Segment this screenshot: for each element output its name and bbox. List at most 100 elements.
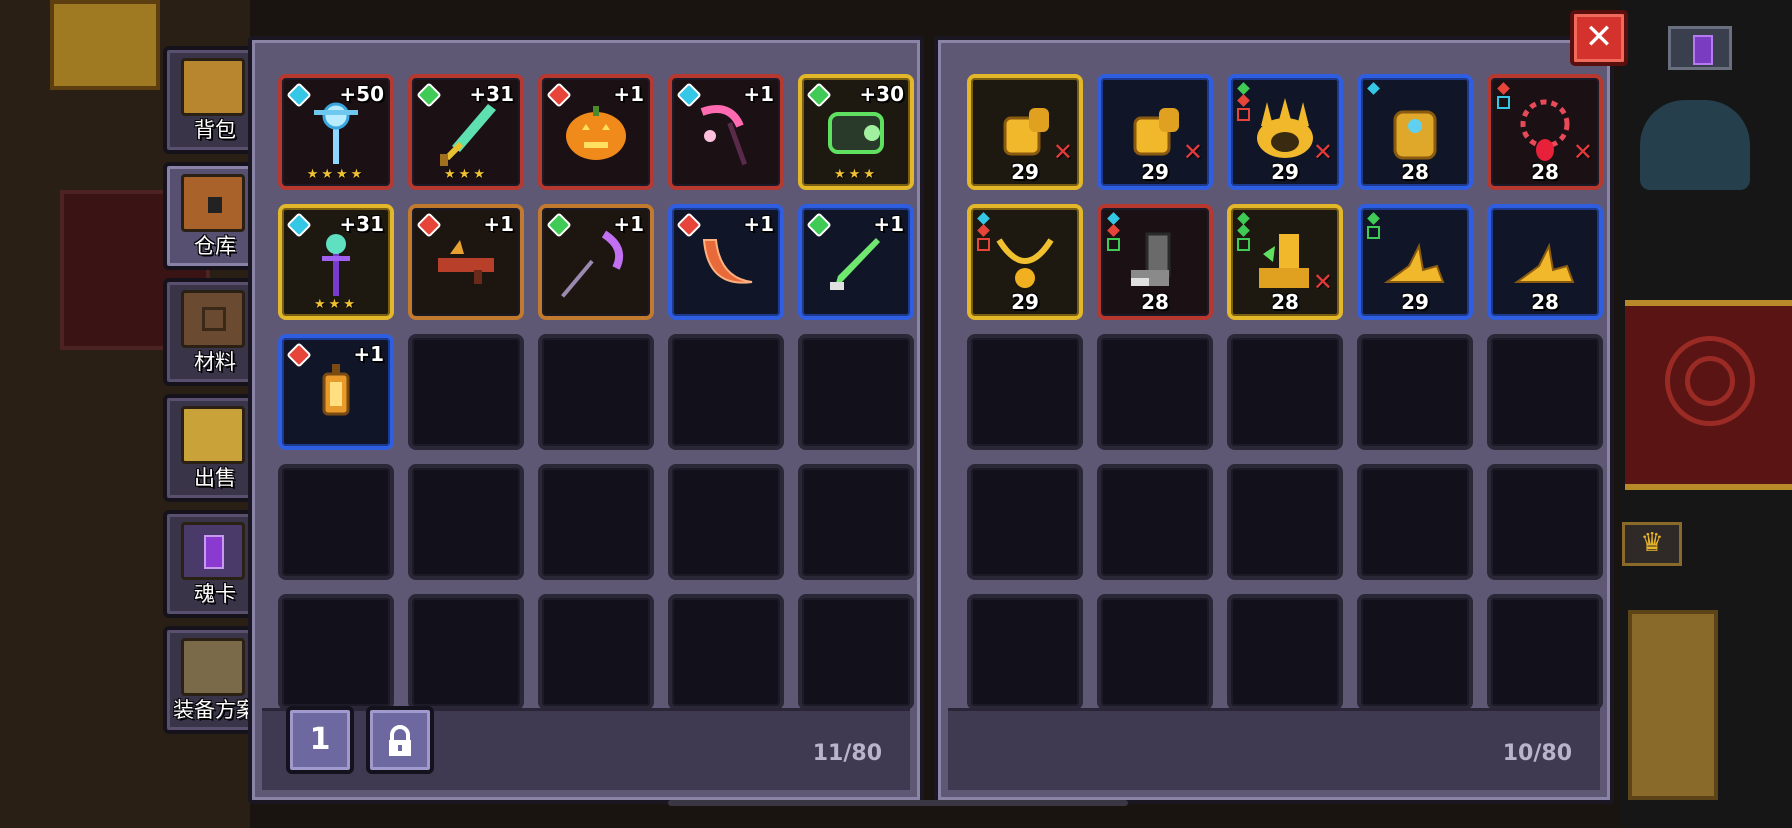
dragon-gun-icon: [438, 240, 494, 284]
materials-icon: [181, 290, 245, 348]
tab-equipment-plan[interactable]: 装备方案: [163, 626, 259, 734]
socket-gem-icon: [1237, 212, 1250, 225]
empty-slot[interactable]: [538, 334, 654, 450]
iron-boots-icon: [1131, 232, 1171, 286]
star-rating: ★★★: [834, 167, 878, 182]
tab-backpack[interactable]: 背包: [163, 46, 259, 154]
tab-materials[interactable]: 材料: [163, 278, 259, 386]
empty-slot[interactable]: [967, 594, 1083, 710]
weapon-slot[interactable]: +1: [538, 204, 654, 320]
close-button[interactable]: ✕: [1570, 10, 1628, 66]
soul-card-gem: [204, 535, 224, 569]
socket-gem-icon: [1367, 82, 1380, 95]
weapon-slot[interactable]: +30 ★★★: [798, 74, 914, 190]
tab-sell[interactable]: 出售: [163, 394, 259, 502]
empty-slot[interactable]: [1487, 594, 1603, 710]
upgrade-level: +1: [743, 82, 774, 106]
lock-button[interactable]: [366, 706, 434, 774]
gold-boots-icon: [1259, 234, 1309, 288]
scroll-indicator[interactable]: [668, 800, 1128, 806]
weapon-slot[interactable]: +31 ★★★: [278, 204, 394, 320]
empty-slot[interactable]: [1097, 334, 1213, 450]
tab-storage[interactable]: 仓库: [163, 162, 259, 270]
empty-slot[interactable]: [1357, 334, 1473, 450]
socket-gem-icon: [977, 224, 990, 237]
upgrade-level: +31: [339, 212, 384, 236]
armor-slot[interactable]: 28: [1357, 74, 1473, 190]
left-panel-footer: 1 11/80: [262, 706, 910, 790]
background-carpet: [1625, 300, 1792, 490]
crown-icon[interactable]: ♛: [1622, 522, 1682, 566]
sell-icon: [181, 406, 245, 464]
weapon-slot[interactable]: +1: [538, 74, 654, 190]
socket-gem-icon: [1237, 94, 1250, 107]
empty-slot[interactable]: [1487, 464, 1603, 580]
armor-slot[interactable]: 28 ✕: [1227, 204, 1343, 320]
empty-slot[interactable]: [967, 464, 1083, 580]
armor-slot[interactable]: 29 ✕: [967, 74, 1083, 190]
armor-slot[interactable]: 28: [1487, 204, 1603, 320]
weapon-slot[interactable]: +1: [668, 204, 784, 320]
weapon-slot[interactable]: +50 ★★★★: [278, 74, 394, 190]
empty-slot[interactable]: [278, 464, 394, 580]
weapon-slot[interactable]: +1: [668, 74, 784, 190]
weapon-slot[interactable]: +31 ★★★: [408, 74, 524, 190]
item-level: 29: [1011, 290, 1039, 314]
empty-slot[interactable]: [1227, 334, 1343, 450]
star-rating: ★★★★: [306, 167, 366, 182]
empty-slot[interactable]: [1357, 594, 1473, 710]
weapon-slot[interactable]: +1: [278, 334, 394, 450]
empty-slot[interactable]: [1097, 464, 1213, 580]
storage-chest-icon: [181, 174, 245, 232]
soul-card-icon: [181, 522, 245, 580]
grid-viewport: 29 ✕ 29 ✕ 29 ✕ 28 28 ✕ 29 28 28 ✕ 29 28: [944, 44, 1604, 712]
socket-gem-icon: [1107, 224, 1120, 237]
empty-slot[interactable]: [1487, 334, 1603, 450]
armor-slot[interactable]: 29 ✕: [1097, 74, 1213, 190]
sakura-scythe-icon: [700, 105, 748, 166]
empty-slot[interactable]: [798, 594, 914, 710]
npc-character: [1640, 100, 1750, 190]
empty-slot[interactable]: [967, 334, 1083, 450]
empty-slot[interactable]: [538, 594, 654, 710]
storage-weapons-panel: +50 ★★★★ +31 ★★★ +1 +1 +30 ★★★ +31 ★★★ +1 +1 +1 +1 +1 …: [248, 36, 924, 804]
empty-slot[interactable]: [278, 594, 394, 710]
green-sword-icon: [440, 104, 496, 166]
socket-gem-icon: [1237, 82, 1250, 95]
empty-slot[interactable]: [538, 464, 654, 580]
weapon-slot[interactable]: +1: [798, 204, 914, 320]
tab-soul-card[interactable]: 魂卡: [163, 510, 259, 618]
socket-gems: [1367, 82, 1381, 96]
empty-slot[interactable]: [408, 334, 524, 450]
empty-slot[interactable]: [408, 464, 524, 580]
empty-slot[interactable]: [668, 594, 784, 710]
socket-gem-icon: [1237, 224, 1250, 237]
weapon-slot[interactable]: +1: [408, 204, 524, 320]
empty-slot[interactable]: [408, 594, 524, 710]
empty-slot[interactable]: [1097, 594, 1213, 710]
green-gauntlet-icon: [828, 112, 884, 154]
armor-slot[interactable]: 29: [967, 204, 1083, 320]
empty-slot[interactable]: [668, 334, 784, 450]
purple-staff-icon: [322, 234, 350, 296]
item-level: 28: [1531, 290, 1559, 314]
armor-slot[interactable]: 28: [1097, 204, 1213, 320]
empty-slot[interactable]: [1227, 464, 1343, 580]
armor-slot[interactable]: 29: [1357, 204, 1473, 320]
socket-gem-icon: [977, 212, 990, 225]
page-button[interactable]: 1: [286, 706, 354, 774]
upgrade-level: +1: [613, 82, 644, 106]
discard-mark-icon: ✕: [1182, 138, 1203, 166]
purple-scythe-icon: [561, 230, 623, 298]
empty-slot[interactable]: [798, 464, 914, 580]
empty-slot[interactable]: [1357, 464, 1473, 580]
soul-gem-marker-icon[interactable]: [1668, 26, 1732, 70]
empty-slot[interactable]: [668, 464, 784, 580]
armor-slot[interactable]: 29 ✕: [1227, 74, 1343, 190]
empty-slot[interactable]: [1227, 594, 1343, 710]
empty-slot[interactable]: [798, 334, 914, 450]
armor-slot[interactable]: 28 ✕: [1487, 74, 1603, 190]
gold-gloves-icon: [1133, 108, 1179, 156]
gold-shoes-icon: [1513, 242, 1575, 283]
green-dagger-icon: [830, 238, 880, 290]
